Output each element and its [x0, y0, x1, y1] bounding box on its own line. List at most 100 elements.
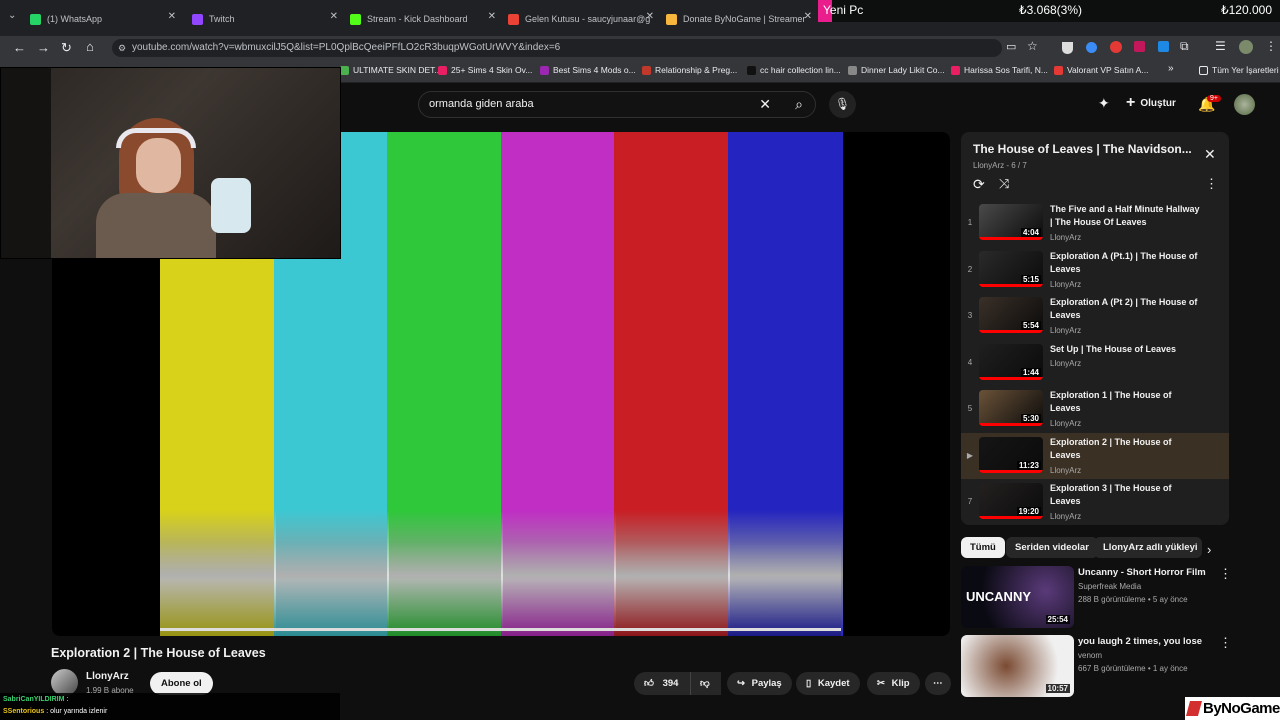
bynogame-mark-icon: [1185, 701, 1203, 716]
filter-chip[interactable]: Tümü: [961, 537, 1005, 558]
chips-next-icon[interactable]: ›: [1207, 542, 1211, 557]
playlist-title[interactable]: The House of Leaves | The Navidson...: [973, 142, 1198, 156]
bookmark-item[interactable]: Best Sims 4 Mods o...: [540, 65, 636, 75]
bookmark-favicon-icon: [848, 65, 857, 75]
extension-pink-icon[interactable]: [1134, 41, 1145, 52]
cast-icon[interactable]: ▭: [1006, 40, 1016, 53]
browser-tab[interactable]: Stream - Kick Dashboard ✕: [350, 8, 500, 30]
close-tab-icon[interactable]: ✕: [488, 11, 496, 22]
clear-search-icon[interactable]: ✕: [759, 92, 771, 117]
playlist-item[interactable]: 7 19:20 Exploration 3 | The House of Lea…: [961, 479, 1229, 525]
playlist-item[interactable]: 5 5:30 Exploration 1 | The House of Leav…: [961, 386, 1229, 432]
account-avatar[interactable]: [1234, 94, 1255, 115]
watched-progress-bar: [979, 330, 1043, 333]
playlist-item-title: Exploration A (Pt.1) | The House of Leav…: [1050, 250, 1198, 274]
extensions-puzzle-icon[interactable]: ⧉: [1180, 39, 1189, 54]
bookmark-item[interactable]: 25+ Sims 4 Skin Ov...: [438, 65, 532, 75]
filter-chip[interactable]: LlonyArz adlı yükleyi: [1094, 537, 1202, 558]
playlist-item-index: 3: [967, 311, 973, 320]
bynogame-logo: ByNoGame: [1185, 697, 1280, 720]
share-arrow-icon: ↪: [737, 678, 745, 689]
extension-blue-icon[interactable]: [1086, 42, 1097, 53]
channel-avatar[interactable]: [51, 669, 78, 696]
goal-target: ₺120.000: [1221, 3, 1273, 17]
search-icon[interactable]: ⌕: [795, 92, 803, 117]
loop-icon[interactable]: ⟳: [973, 176, 985, 193]
create-button[interactable]: + Oluştur: [1126, 95, 1176, 111]
reload-icon[interactable]: ↻: [61, 40, 72, 56]
video-menu-icon[interactable]: ⋮: [1219, 566, 1232, 582]
cast-youtube-icon[interactable]: ✦: [1098, 95, 1110, 112]
bookmark-item[interactable]: cc hair collection lin...: [747, 65, 841, 75]
playlist-item-channel: LlonyArz: [1050, 326, 1082, 335]
forward-arrow-icon[interactable]: →: [37, 40, 50, 55]
profile-avatar[interactable]: [1239, 40, 1253, 54]
voice-search-icon[interactable]: 🎙: [829, 91, 856, 118]
all-bookmarks-folder[interactable]: Tüm Yer İşaretleri: [1199, 65, 1279, 75]
browser-tab[interactable]: Donate ByNoGame | Streamer ✕: [666, 8, 816, 30]
webcam-door: [1, 68, 51, 258]
playlist-item[interactable]: 4 1:44 Set Up | The House of Leaves Llon…: [961, 340, 1229, 386]
bookmarks-overflow-icon[interactable]: »: [1168, 63, 1174, 74]
media-control-icon[interactable]: ☰: [1215, 39, 1226, 53]
duration-badge: 4:04: [1020, 228, 1041, 237]
browser-tab[interactable]: (1) WhatsApp ✕: [30, 8, 180, 30]
playlist-item-index: 5: [967, 404, 973, 413]
playlist-item[interactable]: 3 5:54 Exploration A (Pt 2) | The House …: [961, 293, 1229, 339]
dislike-button[interactable]: 👎︎: [690, 672, 721, 695]
close-tab-icon[interactable]: ✕: [646, 11, 654, 22]
recommended-title: Uncanny - Short Horror Film: [1078, 567, 1206, 578]
browser-tab[interactable]: Gelen Kutusu - saucyjunaar@g ✕: [508, 8, 658, 30]
back-arrow-icon[interactable]: ←: [13, 40, 26, 55]
bookmark-item[interactable]: ULTIMATE SKIN DET...: [340, 65, 441, 75]
chat-username: SabriCanYILDIRIM: [3, 696, 65, 703]
video-title: Exploration 2 | The House of Leaves: [51, 646, 266, 660]
subscribe-button[interactable]: Abone ol: [150, 672, 213, 695]
folder-icon: [1199, 65, 1208, 75]
donation-goal-overlay: Yeni Pc ₺3.068(3%) ₺120.000: [818, 0, 1280, 22]
playlist-item[interactable]: ▶ 11:23 Exploration 2 | The House of Lea…: [961, 432, 1229, 479]
url-field[interactable]: ⚙ youtube.com/watch?v=wbmuxcilJ5Q&list=P…: [112, 39, 1002, 57]
playlist-item[interactable]: 2 5:15 Exploration A (Pt.1) | The House …: [961, 247, 1229, 293]
save-button[interactable]: ▯ Kaydet: [796, 672, 860, 695]
close-tab-icon[interactable]: ✕: [804, 11, 812, 22]
playlist-item-index: ▶: [966, 450, 974, 460]
url-text: youtube.com/watch?v=wbmuxcilJ5Q&list=PL0…: [132, 42, 561, 53]
recommended-video[interactable]: UNCANNY 25:54 Uncanny - Short Horror Film…: [961, 566, 1261, 628]
bookmark-item[interactable]: Dinner Lady Likit Co...: [848, 65, 945, 75]
tab-favicon: [30, 13, 41, 25]
playlist-menu-icon[interactable]: ⋮: [1205, 176, 1218, 192]
channel-name[interactable]: LlonyArz: [86, 671, 129, 682]
search-input[interactable]: ormanda giden araba ✕ ⌕: [418, 91, 816, 118]
watched-progress-bar: [979, 423, 1043, 426]
recommended-video[interactable]: 10:57 you laugh 2 times, you lose venom …: [961, 635, 1261, 697]
tab-search-icon[interactable]: ⌄: [8, 10, 16, 21]
shield-extension-icon[interactable]: [1062, 42, 1073, 54]
browser-menu-icon[interactable]: ⋮: [1265, 39, 1277, 53]
bookmark-star-icon[interactable]: ☆: [1027, 39, 1038, 53]
clip-button[interactable]: ✂ Klip: [867, 672, 920, 695]
close-tab-icon[interactable]: ✕: [168, 11, 176, 22]
bookmark-item[interactable]: Valorant VP Satın A...: [1054, 65, 1148, 75]
extension-download-icon[interactable]: [1158, 41, 1169, 52]
browser-tab[interactable]: Twitch ✕: [192, 8, 342, 30]
more-actions-button[interactable]: ⋯: [925, 672, 951, 695]
playlist-item-thumbnail: 1:44: [979, 343, 1043, 380]
bookmark-item[interactable]: Harissa Sos Tarifi, N...: [951, 65, 1048, 75]
share-button[interactable]: ↪ Paylaş: [727, 672, 792, 695]
video-menu-icon[interactable]: ⋮: [1219, 635, 1232, 651]
thumbnail-text: UNCANNY: [966, 589, 1031, 604]
home-icon[interactable]: ⌂: [86, 39, 94, 54]
bookmark-item[interactable]: Relationship & Preg...: [642, 65, 737, 75]
shuffle-icon[interactable]: ⤨: [999, 176, 1009, 192]
duration-badge: 1:44: [1020, 367, 1041, 377]
tab-label: Donate ByNoGame | Streamer: [683, 14, 806, 24]
tab-favicon: [350, 13, 361, 25]
playlist-item[interactable]: 1 4:04 The Five and a Half Minute Hallwa…: [961, 200, 1229, 246]
site-info-icon[interactable]: ⚙: [118, 39, 126, 57]
close-tab-icon[interactable]: ✕: [330, 11, 338, 22]
extension-red-icon[interactable]: [1110, 41, 1122, 53]
playlist-item-title: Exploration A (Pt 2) | The House of Leav…: [1050, 297, 1198, 320]
close-playlist-icon[interactable]: ✕: [1204, 146, 1216, 163]
filter-chip[interactable]: Seriden videolar: [1006, 537, 1098, 558]
